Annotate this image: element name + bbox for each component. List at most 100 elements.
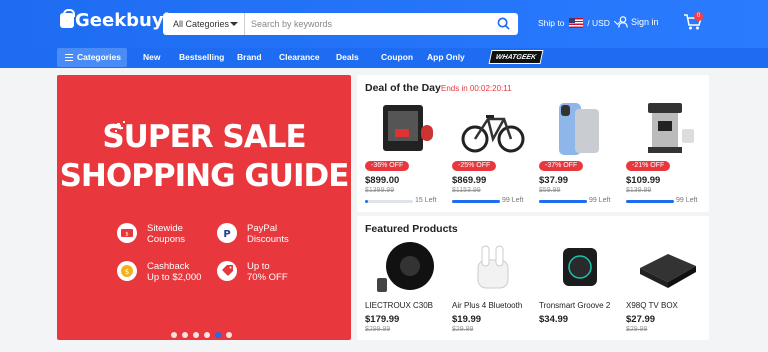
- carousel-dot[interactable]: [226, 332, 232, 338]
- discount-badge: -37% OFF: [539, 161, 584, 171]
- robot-vacuum-icon: [377, 242, 434, 292]
- stock-left-label: 99 Left: [589, 197, 611, 204]
- nav-link-deals[interactable]: Deals: [336, 52, 359, 62]
- featured-product[interactable]: X98Q TV BOX $27.99 $29.99: [626, 236, 710, 340]
- sign-in-label: Sign in: [631, 17, 659, 27]
- deal-old-price: $59.99: [539, 187, 561, 194]
- deal-item[interactable]: -25% OFF $869.99 $1153.99 99 Left: [452, 97, 534, 209]
- carousel-dots: [171, 325, 237, 340]
- feature-line2: Coupons: [147, 234, 186, 245]
- nav-link-brand[interactable]: Brand: [237, 52, 262, 62]
- svg-text:P: P: [223, 229, 230, 240]
- product-name: Air Plus 4 Bluetooth: [452, 301, 523, 310]
- svg-text:$: $: [125, 232, 128, 238]
- banner-title-line1: SUPER SALE: [102, 119, 306, 155]
- deal-item[interactable]: -21% OFF $109.99 $139.99 99 Left: [626, 97, 708, 209]
- feature-line1: PayPal: [247, 223, 278, 234]
- nav-bar: Categories New Bestselling Brand Clearan…: [0, 48, 768, 68]
- menu-icon: [65, 54, 73, 61]
- stock-left-label: 99 Left: [502, 197, 524, 204]
- stock-progress-fill: [452, 200, 500, 203]
- categories-button[interactable]: Categories: [57, 48, 127, 67]
- stock-progress-bar: [626, 200, 674, 203]
- power-bank-icon: [559, 103, 599, 155]
- ship-to-label: Ship to: [538, 18, 565, 28]
- coupon-icon: $: [117, 223, 137, 243]
- carousel-dot[interactable]: [182, 332, 188, 338]
- sign-in-link[interactable]: Sign in: [618, 16, 659, 28]
- stock-progress-fill: [539, 200, 587, 203]
- featured-product[interactable]: Tronsmart Groove 2 $34.99: [539, 236, 623, 340]
- featured-product[interactable]: LIECTROUX C30B $179.99 $299.99: [365, 236, 449, 340]
- promo-banner[interactable]: SUPER SALE SHOPPING GUIDE $ Sitewide Coup…: [57, 75, 351, 340]
- nav-link-app-only[interactable]: App Only: [427, 52, 465, 62]
- coffee-machine-icon: [648, 103, 694, 153]
- shopping-bag-icon: [60, 9, 75, 28]
- featured-products-panel: Featured Products LIECTROUX C30B $179.99…: [357, 216, 709, 340]
- deal-price: $869.99: [452, 175, 487, 186]
- search-icon[interactable]: [497, 17, 510, 30]
- feature-paypal-discounts: PayPal Discounts: [247, 223, 289, 245]
- deal-price: $899.00: [365, 175, 400, 186]
- carousel-dot[interactable]: [204, 332, 210, 338]
- stock-progress-bar: [539, 200, 587, 203]
- user-icon: [618, 16, 628, 28]
- deal-item[interactable]: -36% OFF $899.00 $1399.99 15 Left: [365, 97, 447, 209]
- stock-progress-fill: [365, 200, 368, 203]
- feature-line2: Discounts: [247, 234, 289, 245]
- categories-label: Categories: [77, 52, 121, 62]
- category-select[interactable]: All Categories: [163, 13, 245, 35]
- cart-count-badge: 0: [694, 12, 703, 21]
- stock-progress-fill: [626, 200, 674, 203]
- feature-line1: Up to: [247, 261, 270, 272]
- top-header: Geekbuying All Categories Ship to / USD …: [0, 0, 768, 48]
- whatgeek-logo[interactable]: WHATGEEK: [488, 50, 544, 64]
- carousel-dot[interactable]: [215, 332, 221, 338]
- product-price: $179.99: [365, 314, 400, 325]
- earbuds-icon: [477, 245, 509, 289]
- feature-cashback: Cashback Up to $2,000: [147, 261, 201, 283]
- currency-label: / USD: [587, 18, 610, 28]
- deal-of-the-day-title: Deal of the Day: [365, 82, 441, 94]
- feature-line2: 70% OFF: [247, 272, 288, 283]
- discount-badge: -36% OFF: [365, 161, 410, 171]
- product-name: Tronsmart Groove 2: [539, 301, 611, 310]
- feature-line2: Up to $2,000: [147, 272, 202, 283]
- discount-badge: -25% OFF: [452, 161, 497, 171]
- tv-box-icon: [640, 254, 696, 288]
- carousel-dot[interactable]: [171, 332, 177, 338]
- feature-up-to-70-off: Up to 70% OFF: [247, 261, 288, 283]
- product-old-price: $29.99: [626, 326, 648, 333]
- 3d-printer-icon: [383, 105, 433, 151]
- search-bar: All Categories: [163, 13, 518, 35]
- nav-link-bestselling[interactable]: Bestselling: [179, 52, 224, 62]
- stock-progress-bar: [365, 200, 413, 203]
- search-input[interactable]: [251, 13, 481, 35]
- us-flag-icon: [568, 18, 583, 28]
- speaker-icon: [563, 248, 597, 286]
- product-price: $34.99: [539, 314, 569, 325]
- product-price: $27.99: [626, 314, 656, 325]
- category-select-value: All Categories: [173, 19, 230, 29]
- cashback-icon: $: [117, 261, 137, 281]
- carousel-dot[interactable]: [193, 332, 199, 338]
- stock-left-label: 15 Left: [415, 197, 437, 204]
- deal-price: $37.99: [539, 175, 569, 186]
- nav-link-new[interactable]: New: [143, 52, 160, 62]
- countdown-timer: Ends in 00:02:20:11: [441, 84, 512, 93]
- deal-of-the-day-panel: Deal of the Day Ends in 00:02:20:11 -36%…: [357, 75, 709, 212]
- feature-sitewide-coupons: Sitewide Coupons: [147, 223, 185, 245]
- caret-down-icon: [230, 22, 238, 26]
- nav-link-clearance[interactable]: Clearance: [279, 52, 320, 62]
- featured-product[interactable]: Air Plus 4 Bluetooth $19.99 $29.99: [452, 236, 536, 340]
- feature-line1: Cashback: [147, 261, 190, 272]
- product-old-price: $299.99: [365, 326, 391, 333]
- ship-to-selector[interactable]: Ship to / USD: [538, 17, 622, 28]
- deal-old-price: $1399.99: [365, 187, 395, 194]
- deal-item[interactable]: -37% OFF $37.99 $59.99 99 Left: [539, 97, 621, 209]
- nav-link-coupon[interactable]: Coupon: [381, 52, 413, 62]
- discount-badge: -21% OFF: [626, 161, 671, 171]
- product-price: $19.99: [452, 314, 482, 325]
- deal-old-price: $139.99: [626, 187, 652, 194]
- paypal-icon: P: [217, 223, 237, 243]
